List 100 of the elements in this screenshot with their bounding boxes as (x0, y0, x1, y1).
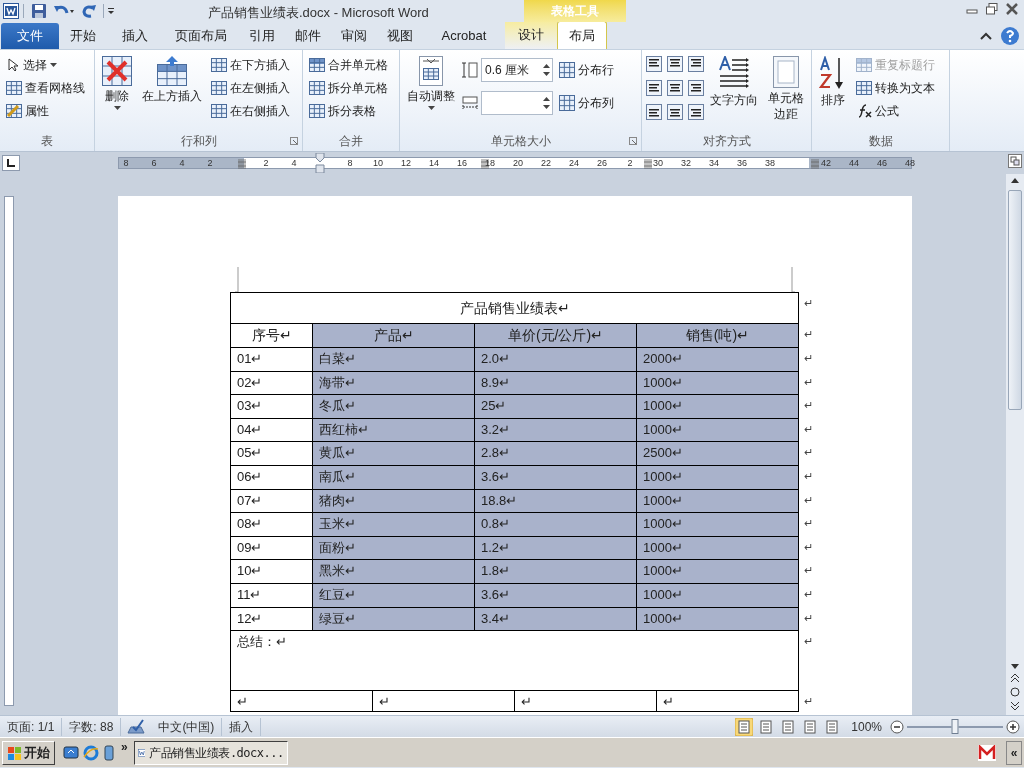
table-cell: 绿豆↵ (313, 607, 475, 632)
align-button[interactable] (688, 80, 704, 96)
spinner-arrows-icon[interactable] (543, 96, 550, 110)
ribbon-button[interactable]: 选择 (4, 54, 87, 76)
cursor-icon (6, 58, 20, 72)
group-label: 对齐方式 (702, 133, 751, 150)
more-button[interactable]: » (119, 738, 130, 756)
ribbon-button[interactable]: 属性 (4, 100, 87, 122)
ribbon-button[interactable]: 单元格边距 (765, 54, 807, 126)
desktop-icon[interactable] (63, 744, 79, 761)
ribbon-tab[interactable]: 开始 (59, 23, 107, 49)
table-cell: 1000↵ (637, 513, 799, 537)
ribbon-tab[interactable]: 引用 (239, 23, 285, 49)
dialog-launcher-icon[interactable] (629, 137, 637, 145)
table-cell: 面粉↵ (313, 536, 475, 561)
align-button[interactable] (646, 104, 662, 120)
end-of-row-mark: ↵ (804, 586, 813, 602)
tray-expand-button[interactable]: « (1006, 740, 1022, 765)
spinner-arrows-icon[interactable] (543, 63, 550, 77)
tab-selector[interactable] (2, 155, 20, 171)
align-button[interactable] (688, 104, 704, 120)
table-cell: 海带↵ (313, 371, 475, 396)
end-of-row-mark: ↵ (804, 398, 813, 414)
align-text-icon (688, 56, 704, 72)
ruler-number: 42 (821, 157, 831, 169)
ribbon-tab[interactable]: 插入 (107, 23, 163, 49)
zoom-level[interactable]: 100% (851, 717, 882, 736)
table-cell: 1000↵ (637, 583, 799, 608)
proofing-icon (127, 718, 146, 735)
ribbon-tab[interactable]: Acrobat (423, 23, 505, 49)
ribbon-button[interactable]: 公式 (854, 100, 937, 122)
print-layout-icon[interactable] (735, 717, 754, 736)
table-cell: 2000↵ (637, 348, 799, 372)
ribbon-button[interactable]: 自动调整 (404, 54, 458, 126)
ribbon-tab[interactable]: 邮件 (285, 23, 331, 49)
ribbon-button[interactable]: 删除 (99, 54, 135, 126)
group-label: 行和列 (180, 133, 217, 150)
next-page-icon (1010, 701, 1020, 711)
ruler-number: 4 (291, 157, 297, 169)
spin-field[interactable]: 0.6 厘米 (481, 58, 553, 82)
ribbon-button[interactable]: 查看网格线 (4, 77, 87, 99)
ribbon-tab[interactable]: 设计 (505, 21, 557, 49)
ribbon-button[interactable]: 分布行 (557, 54, 616, 86)
table-cell: 04↵ (231, 418, 313, 443)
ribbon-button[interactable]: 在上方插入 (139, 54, 205, 126)
browse-object-icon (1010, 687, 1020, 697)
column-marker-icon (238, 159, 246, 169)
dialog-launcher-icon[interactable] (290, 137, 298, 145)
ruler-number: 2 (207, 157, 213, 169)
ribbon-button[interactable]: 拆分单元格 (307, 77, 390, 99)
status-item[interactable]: 插入 (222, 717, 262, 736)
table-icon (309, 58, 325, 72)
ruler-number: 22 (541, 157, 551, 169)
align-text-icon (667, 80, 683, 96)
start-button[interactable]: 开始 (2, 740, 55, 765)
ribbon-button[interactable]: 在左侧插入 (209, 77, 292, 99)
ribbon-button[interactable]: 文字方向 (707, 54, 761, 126)
align-text-icon (646, 104, 662, 120)
table-cell: 18.8↵ (475, 489, 637, 514)
table-cell: 2.8↵ (475, 442, 637, 466)
ribbon-button[interactable]: 分布列 (557, 87, 616, 119)
row-height-icon (462, 62, 478, 78)
end-of-row-mark: ↵ (804, 634, 813, 650)
column-width-icon (462, 95, 478, 111)
ribbon-tab[interactable]: 视图 (377, 23, 423, 49)
ribbon-button[interactable]: 拆分表格 (307, 100, 390, 122)
spin-field[interactable] (481, 91, 553, 115)
status-item: 字数: 88 (62, 717, 122, 736)
zoom-slider-thumb[interactable] (951, 718, 959, 734)
dropdown-arrow-icon (427, 106, 435, 110)
mail-tray-icon (978, 744, 996, 761)
align-button[interactable] (688, 56, 704, 72)
ribbon-button[interactable]: 转换为文本 (854, 77, 937, 99)
media-icon[interactable] (103, 744, 115, 761)
zoom-in-icon (1006, 719, 1020, 734)
ribbon-button[interactable]: 排序 (816, 54, 850, 126)
ruler-number: 30 (653, 157, 663, 169)
table-icon (309, 81, 325, 95)
ribbon-tab[interactable]: 布局 (557, 21, 607, 49)
distribute-icon (559, 95, 575, 111)
scroll-thumb[interactable] (1008, 190, 1022, 410)
ribbon-tab[interactable]: 审阅 (331, 23, 377, 49)
ribbon-tab[interactable]: 文件 (1, 23, 59, 49)
align-button[interactable] (646, 80, 662, 96)
end-of-row-mark: ↵ (804, 516, 813, 532)
align-button[interactable] (667, 56, 683, 72)
align-button[interactable] (646, 56, 662, 72)
previous-page-icon (1010, 673, 1020, 683)
autofit-table-icon (419, 56, 443, 86)
ribbon-button[interactable]: 合并单元格 (307, 54, 390, 76)
ribbon-button[interactable]: 在下方插入 (209, 54, 292, 76)
ruler-number: 20 (513, 157, 523, 169)
ribbon-tab[interactable]: 页面布局 (163, 23, 239, 49)
ribbon-button[interactable]: 在右侧插入 (209, 100, 292, 122)
taskbar-window-button[interactable]: 产品销售业绩表.docx... (133, 740, 288, 765)
table-icon (309, 104, 325, 118)
align-button[interactable] (667, 80, 683, 96)
properties-icon (6, 104, 22, 118)
align-button[interactable] (667, 104, 683, 120)
close-icon (1006, 3, 1018, 15)
